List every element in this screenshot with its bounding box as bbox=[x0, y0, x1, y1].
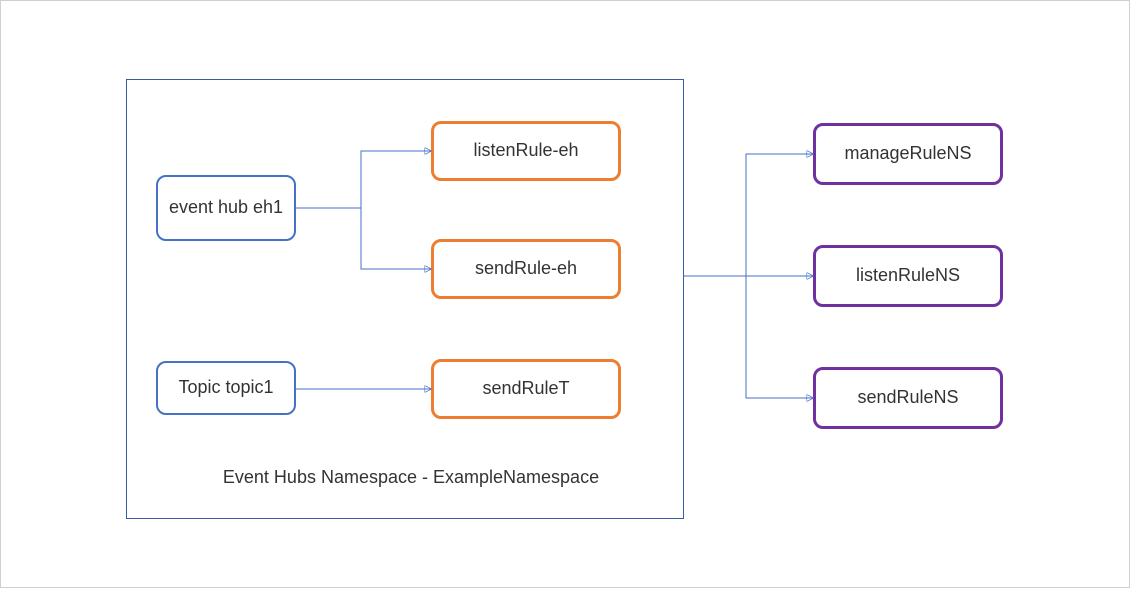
rule-listen-eh: listenRule-eh bbox=[431, 121, 621, 181]
rule-send-t-label: sendRuleT bbox=[482, 377, 569, 400]
namespace-caption: Event Hubs Namespace - ExampleNamespace bbox=[211, 467, 611, 488]
diagram-canvas: event hub eh1 Topic topic1 listenRule-eh… bbox=[0, 0, 1130, 588]
rule-manage-ns-label: manageRuleNS bbox=[844, 142, 971, 165]
rule-listen-ns-label: listenRuleNS bbox=[856, 264, 960, 287]
rule-send-ns-label: sendRuleNS bbox=[857, 386, 958, 409]
entity-topic: Topic topic1 bbox=[156, 361, 296, 415]
entity-eventhub-label: event hub eh1 bbox=[169, 196, 283, 219]
rule-listen-ns: listenRuleNS bbox=[813, 245, 1003, 307]
rule-send-eh-label: sendRule-eh bbox=[475, 257, 577, 280]
rule-send-eh: sendRule-eh bbox=[431, 239, 621, 299]
entity-topic-label: Topic topic1 bbox=[178, 376, 273, 399]
rule-send-ns: sendRuleNS bbox=[813, 367, 1003, 429]
rule-manage-ns: manageRuleNS bbox=[813, 123, 1003, 185]
rule-listen-eh-label: listenRule-eh bbox=[473, 139, 578, 162]
entity-eventhub: event hub eh1 bbox=[156, 175, 296, 241]
rule-send-t: sendRuleT bbox=[431, 359, 621, 419]
